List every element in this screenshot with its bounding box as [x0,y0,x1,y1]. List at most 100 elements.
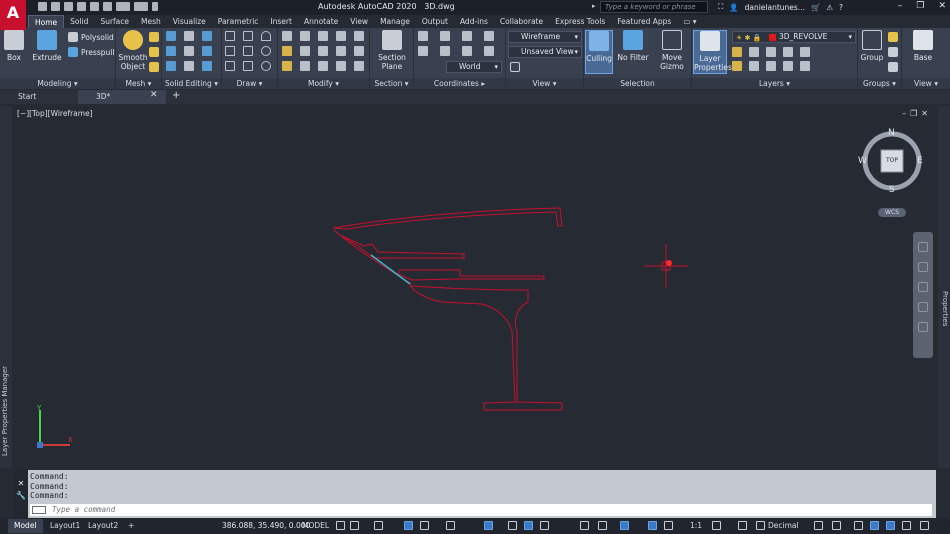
polysolid-button[interactable]: Polysolid [68,32,114,42]
ucs-x-icon[interactable] [418,46,428,56]
dynamic-input-icon[interactable] [404,521,413,530]
tab-manage[interactable]: Manage [374,15,416,28]
pan-nav-icon[interactable] [918,262,928,272]
cursor-coordinates[interactable]: 386.088, 35.490, 0.000 [222,519,310,533]
minimize-icon[interactable]: – [898,1,903,11]
culling-button[interactable]: Culling [585,30,613,74]
explode-icon[interactable] [318,61,328,71]
selection-cycling-icon[interactable] [540,521,549,530]
tab-add-ins[interactable]: Add-ins [454,15,494,28]
layer-match-icon[interactable] [800,47,810,57]
tab-visualize[interactable]: Visualize [167,15,212,28]
panel-title-solid-editing[interactable]: Solid Editing ▾ [162,78,221,89]
subtract-icon[interactable] [184,31,194,41]
isolate-objects-icon[interactable] [854,521,863,530]
lineweight-icon[interactable] [508,521,517,530]
ucs-origin-icon[interactable] [462,31,472,41]
tab-mesh[interactable]: Mesh [135,15,167,28]
ucs-world-icon[interactable] [440,31,450,41]
tab-start[interactable]: Start [0,90,78,104]
tab-express-tools[interactable]: Express Tools [549,15,611,28]
dynamic-ucs-icon[interactable] [598,521,607,530]
annotation-monitor-icon[interactable] [738,521,747,530]
fullscreen-icon[interactable] [902,521,911,530]
panel-title-view[interactable]: View ▾ [506,78,583,89]
new-icon[interactable] [38,2,47,11]
line-icon[interactable] [243,31,253,41]
layer-dropdown[interactable]: ☀ ✱ 🔒 3D_REVOLVE [732,31,856,43]
workspace-gear-icon[interactable] [712,521,721,530]
hardware-acceleration-icon[interactable] [870,521,879,530]
layer-off-icon[interactable] [732,47,742,57]
tab-layout2[interactable]: Layout2 [82,519,124,533]
customization-icon[interactable] [920,521,929,530]
selection-filter-icon[interactable] [620,521,629,530]
panel-title-section[interactable]: Section ▾ [370,78,413,89]
infer-constraints-icon[interactable] [374,521,383,530]
tab-layout1[interactable]: Layout1 [44,519,86,533]
visual-style-dropdown[interactable]: Wireframe [508,31,582,43]
isodraft-icon[interactable] [484,521,493,530]
tab-output[interactable]: Output [416,15,454,28]
3dmirror-icon[interactable] [300,61,310,71]
tab-model[interactable]: Model [8,519,43,533]
group-button[interactable]: Group [860,30,884,62]
rotate-icon[interactable] [300,31,310,41]
units-dropdown[interactable]: Decimal [768,519,799,533]
zoom-nav-icon[interactable] [918,282,928,292]
profile-top-rim[interactable] [332,207,563,230]
base-button[interactable]: Base [908,30,938,62]
spline-icon[interactable] [225,46,235,56]
erase-icon[interactable] [282,61,292,71]
close-tab-icon[interactable]: ✕ [150,90,158,100]
ucs-icon[interactable] [418,31,428,41]
layer-thaw-icon[interactable] [766,61,776,71]
panel-title-mesh[interactable]: Mesh ▾ [116,78,161,89]
user-icon[interactable]: 👤 [729,3,738,12]
move-gizmo-button[interactable]: Move Gizmo [656,30,688,71]
share-icon[interactable]: ⚠ [826,3,833,12]
layer-properties-button[interactable]: Layer Properties [693,30,732,74]
ortho-icon[interactable] [420,521,429,530]
quick-properties-icon[interactable] [814,521,823,530]
polar-icon[interactable] [446,521,455,530]
model-space-toggle[interactable]: MODEL [302,519,329,533]
polygon-icon[interactable] [225,61,235,71]
viewcube-face-top[interactable]: TOP [881,157,903,164]
command-settings-icon[interactable]: 🔧 [14,490,28,502]
offset-icon[interactable] [318,46,328,56]
cart-icon[interactable]: 🛒 [811,3,820,12]
clean-screen-icon[interactable] [886,521,895,530]
shell-icon[interactable] [166,61,176,71]
drawing-viewport[interactable]: [−][Top][Wireframe] –❐✕ Y X [12,106,938,468]
steering-wheel-icon[interactable] [918,242,928,252]
profile-middle-ledge[interactable] [397,269,545,281]
compass-east[interactable]: E [917,156,923,166]
layer-unlock-icon[interactable] [783,61,793,71]
stretch-icon[interactable] [336,61,346,71]
tab-solid[interactable]: Solid [64,15,94,28]
extract-edges-icon[interactable] [184,46,194,56]
presspull-button[interactable]: Presspull [68,47,114,57]
tab-parametric[interactable]: Parametric [212,15,265,28]
units-icon[interactable] [756,521,765,530]
panel-title-groups[interactable]: Groups ▾ [858,78,901,89]
polyline-icon[interactable] [225,31,235,41]
panel-title-modeling[interactable]: Modeling ▾ [0,78,115,89]
named-view-dropdown[interactable]: Unsaved View [508,46,582,58]
gizmo-icon[interactable] [648,521,657,530]
command-window-handle[interactable]: ✕ 🔧 [14,470,28,518]
panel-title-draw[interactable]: Draw ▾ [222,78,277,89]
ucs-view-icon[interactable] [484,46,494,56]
annotation-visibility-icon[interactable] [664,521,673,530]
close-icon[interactable]: ✕ [938,1,946,11]
no-filter-button[interactable]: No Filter [616,30,650,62]
ellipse-icon[interactable] [261,61,271,71]
ucs-z-icon[interactable] [462,46,472,56]
ucs-icon[interactable]: Y X [36,404,73,448]
help-icon[interactable]: ? [839,3,843,12]
ribbon-display-toggle[interactable]: ▭ ▾ [677,15,702,28]
tab-collaborate[interactable]: Collaborate [494,15,549,28]
showmotion-icon[interactable] [918,322,928,332]
line-diag-icon[interactable] [243,46,253,56]
